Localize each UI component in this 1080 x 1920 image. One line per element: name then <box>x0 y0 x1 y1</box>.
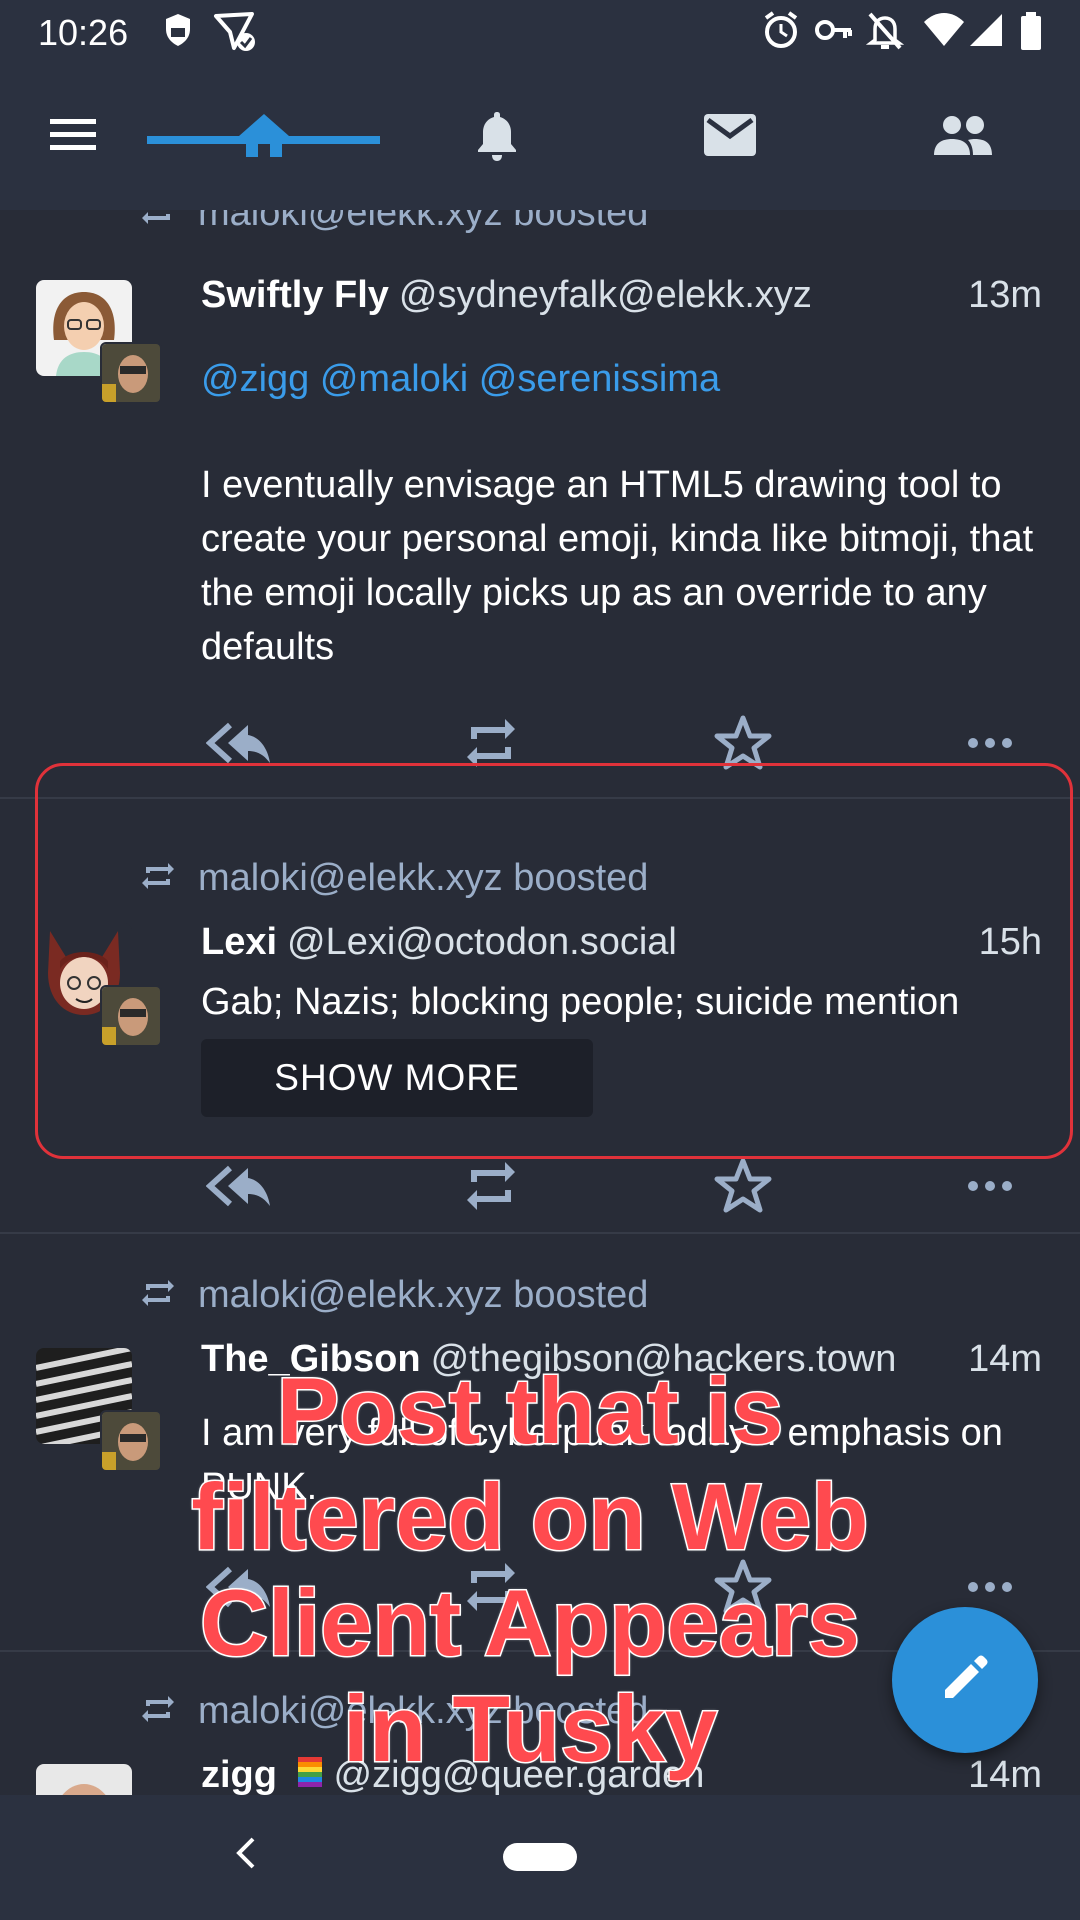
timestamp: 13m <box>960 274 1042 317</box>
boost-row: maloki@elekk.xyz boosted <box>140 210 648 238</box>
status-header: Swiftly Fly @sydneyfalk@elekk.xyz 13m <box>201 274 1042 326</box>
boosted-by-label: maloki@elekk.xyz boosted <box>198 1273 649 1316</box>
favourite-button[interactable] <box>707 1153 779 1223</box>
reply-all-button[interactable] <box>203 1153 275 1223</box>
account-handle[interactable]: @sydneyfalk@elekk.xyz <box>399 274 812 316</box>
selected-tab-indicator <box>147 136 380 144</box>
back-button[interactable] <box>215 1825 275 1885</box>
people-icon <box>932 113 994 162</box>
notifications-off-icon <box>865 10 905 57</box>
key-icon <box>814 10 854 55</box>
home-pill-button[interactable] <box>503 1843 577 1871</box>
cell-signal-icon <box>968 10 1004 55</box>
boosted-by-label: maloki@elekk.xyz boosted <box>198 210 649 234</box>
display-name[interactable]: Swiftly Fly <box>201 274 389 316</box>
avatar[interactable] <box>36 1764 132 1795</box>
tab-direct-messages[interactable] <box>613 64 846 210</box>
boost-icon <box>140 1278 176 1313</box>
envelope-icon <box>702 112 758 163</box>
highlight-annotation-box <box>35 763 1073 1159</box>
bell-icon <box>474 108 520 167</box>
status-item[interactable]: maloki@elekk.xyz boosted Swiftly Fly @syd… <box>0 210 1080 798</box>
hamburger-menu-icon <box>48 115 98 160</box>
annotation-caption: Post that is filtered on Web Client Appe… <box>190 1357 870 1783</box>
booster-avatar[interactable] <box>100 342 162 404</box>
chevron-left-icon <box>233 1836 257 1875</box>
boost-icon <box>140 210 176 231</box>
compose-button[interactable] <box>892 1607 1038 1753</box>
menu-button[interactable] <box>0 64 146 210</box>
boost-button[interactable] <box>455 1153 527 1223</box>
star-outline-icon <box>713 1157 773 1220</box>
more-horizontal-icon <box>967 736 1013 754</box>
reply-all-icon <box>205 1164 272 1213</box>
more-options-button[interactable] <box>954 1153 1026 1223</box>
status-content: I eventually envisage an HTML5 drawing t… <box>201 464 1034 668</box>
status-bar: 10:26 <box>0 0 1080 64</box>
more-horizontal-icon <box>967 1580 1013 1598</box>
timestamp: 14m <box>960 1754 1042 1795</box>
timestamp: 14m <box>960 1338 1042 1381</box>
boost-icon <box>463 1158 519 1219</box>
status-actions <box>201 1153 1042 1223</box>
vpn-icon <box>162 10 194 55</box>
tab-notifications[interactable] <box>380 64 613 210</box>
location-check-icon <box>212 10 258 59</box>
boost-row: maloki@elekk.xyz boosted <box>140 1270 648 1320</box>
pencil-icon <box>939 1652 991 1709</box>
alarm-icon <box>762 10 800 55</box>
more-horizontal-icon <box>967 1179 1013 1197</box>
wifi-icon <box>922 10 966 55</box>
mentions-text[interactable]: @zigg @maloki @serenissima <box>201 352 1042 406</box>
battery-icon <box>1018 10 1044 57</box>
tab-lists[interactable] <box>846 64 1079 210</box>
clock: 10:26 <box>38 12 129 53</box>
